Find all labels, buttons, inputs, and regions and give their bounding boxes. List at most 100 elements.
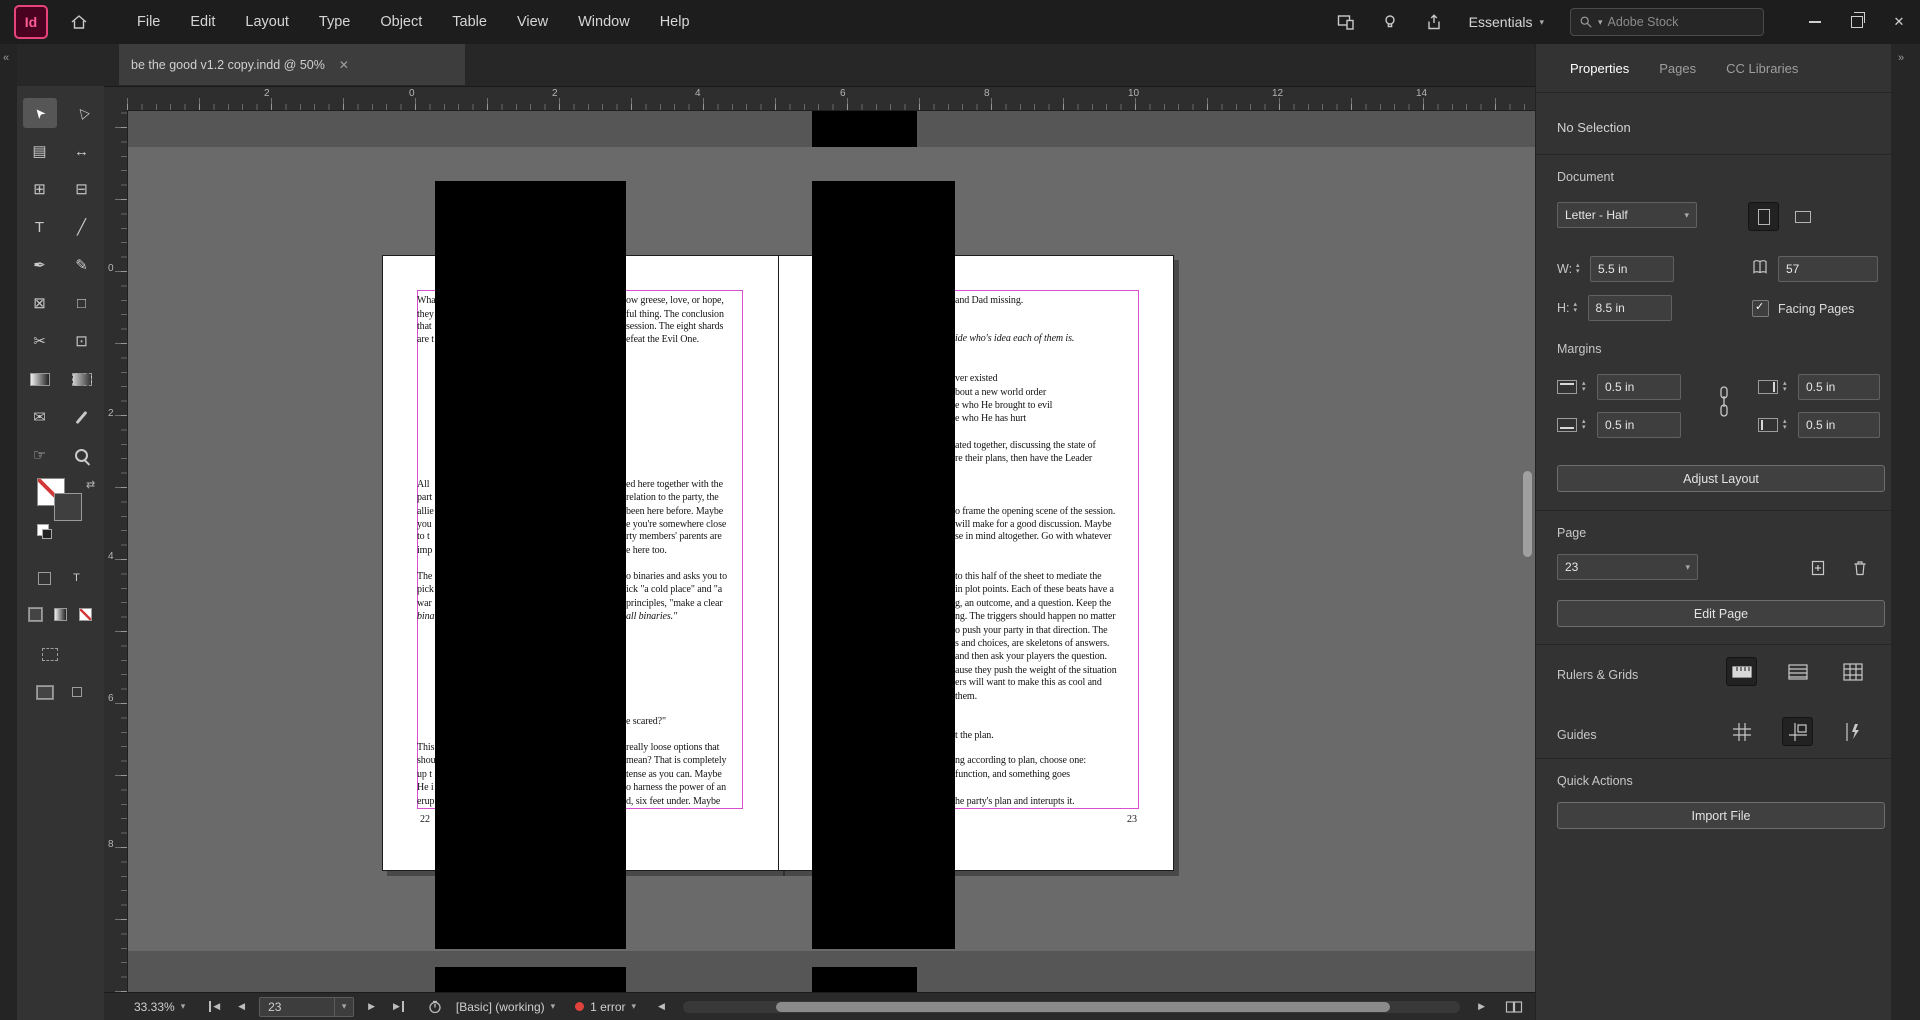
page-number-box[interactable]: 23 ▾ bbox=[259, 996, 355, 1017]
margin-top-field[interactable]: 0.5 in bbox=[1597, 374, 1681, 400]
close-button[interactable]: ✕ bbox=[1878, 0, 1920, 44]
free-transform-tool[interactable]: ⊡ bbox=[65, 326, 99, 356]
content-collector-tool[interactable]: ⊞ bbox=[23, 174, 57, 204]
orientation-landscape-button[interactable] bbox=[1787, 202, 1818, 231]
menu-window[interactable]: Window bbox=[563, 0, 645, 44]
margin-left-field[interactable]: 0.5 in bbox=[1798, 412, 1880, 438]
margin-right-field[interactable]: 0.5 in bbox=[1798, 374, 1880, 400]
tab-cc-libraries[interactable]: CC Libraries bbox=[1726, 61, 1798, 76]
close-tab-icon[interactable]: ✕ bbox=[339, 58, 349, 72]
show-rulers-button[interactable] bbox=[1726, 657, 1757, 686]
gap-tool[interactable]: ↔ bbox=[65, 136, 99, 166]
rectangle-frame-tool[interactable]: ⊠ bbox=[23, 288, 57, 318]
gradient-swatch-tool[interactable] bbox=[23, 364, 57, 394]
width-stepper[interactable]: ▴ ▾ bbox=[1576, 262, 1586, 275]
pages-count-field[interactable]: 57 bbox=[1778, 256, 1878, 282]
apply-none-button[interactable] bbox=[78, 606, 94, 622]
vertical-scrollbar-thumb[interactable] bbox=[1523, 471, 1532, 557]
margin-left-stepper[interactable]: ▴ ▾ bbox=[1783, 418, 1793, 431]
page-number-dropdown[interactable]: 23 ▾ bbox=[1557, 554, 1698, 580]
preflight-profile-dropdown[interactable]: [Basic] (working) ▾ bbox=[456, 1000, 555, 1014]
horizontal-scrollbar[interactable] bbox=[682, 1000, 1461, 1013]
home-icon[interactable] bbox=[62, 5, 96, 39]
hand-tool[interactable]: ☞ bbox=[23, 440, 57, 470]
page-tool[interactable]: ▤ bbox=[23, 136, 57, 166]
menu-type[interactable]: Type bbox=[304, 0, 365, 44]
apply-gradient-button[interactable] bbox=[53, 606, 69, 622]
menu-file[interactable]: File bbox=[122, 0, 175, 44]
rectangle-tool[interactable]: □ bbox=[65, 288, 99, 318]
apply-color-button[interactable] bbox=[28, 606, 44, 622]
baseline-grid-button[interactable] bbox=[1782, 657, 1813, 686]
margin-bottom-field[interactable]: 0.5 in bbox=[1597, 412, 1681, 438]
orientation-portrait-button[interactable] bbox=[1748, 202, 1779, 231]
smart-guides-button[interactable] bbox=[1782, 717, 1813, 746]
last-page-button[interactable]: ▶ bbox=[389, 1001, 404, 1012]
document-canvas[interactable]: Wha they that are t All part allie you to t imp Th… bbox=[127, 110, 1535, 992]
default-fill-stroke-icon[interactable] bbox=[37, 524, 52, 539]
screen-mode-flyout-icon[interactable] bbox=[69, 684, 85, 700]
preflight-icon[interactable] bbox=[428, 1000, 442, 1014]
next-page-button[interactable]: ▶ bbox=[364, 1001, 379, 1012]
document-grid-button[interactable] bbox=[1837, 657, 1868, 686]
horizontal-scrollbar-thumb[interactable] bbox=[776, 1001, 1391, 1012]
add-page-button[interactable] bbox=[1802, 553, 1833, 582]
preflight-error-dropdown[interactable]: 1 error ▾ bbox=[575, 1000, 636, 1014]
spread-view-icon[interactable] bbox=[1505, 1000, 1523, 1014]
width-field[interactable]: 5.5 in bbox=[1590, 256, 1675, 282]
scroll-left-button[interactable]: ◀ bbox=[654, 1001, 669, 1012]
adobe-stock-search[interactable]: ▾ Adobe Stock bbox=[1570, 8, 1764, 36]
menu-layout[interactable]: Layout bbox=[230, 0, 304, 44]
tab-pages[interactable]: Pages bbox=[1659, 61, 1696, 76]
selection-tool[interactable]: ➤ bbox=[22, 98, 57, 128]
snap-guides-button[interactable] bbox=[1837, 717, 1868, 746]
lightbulb-icon[interactable] bbox=[1373, 5, 1407, 39]
swap-fill-stroke-icon[interactable]: ⇄ bbox=[86, 478, 95, 491]
menu-help[interactable]: Help bbox=[645, 0, 705, 44]
edit-page-button[interactable]: Edit Page bbox=[1557, 600, 1885, 627]
height-stepper[interactable]: ▴ ▾ bbox=[1574, 301, 1584, 314]
previous-page-button[interactable]: ◀ bbox=[234, 1001, 249, 1012]
facing-pages-checkbox[interactable] bbox=[1752, 300, 1769, 317]
share-icon[interactable] bbox=[1417, 5, 1451, 39]
zoom-tool[interactable] bbox=[65, 440, 99, 470]
ruler-origin-corner[interactable] bbox=[104, 86, 128, 111]
tab-properties[interactable]: Properties bbox=[1570, 61, 1629, 76]
restore-button[interactable] bbox=[1836, 0, 1878, 44]
document-preset-dropdown[interactable]: Letter - Half ▾ bbox=[1557, 202, 1697, 228]
scroll-right-button[interactable]: ▶ bbox=[1474, 1001, 1489, 1012]
line-tool[interactable]: ╱ bbox=[65, 212, 99, 242]
minimize-button[interactable] bbox=[1794, 0, 1836, 44]
first-page-button[interactable]: ◀ bbox=[209, 1001, 224, 1012]
collapse-right-icon[interactable]: » bbox=[1898, 52, 1904, 64]
vertical-ruler[interactable]: 0 2 4 6 8 bbox=[104, 110, 128, 992]
import-file-button[interactable]: Import File bbox=[1557, 802, 1885, 829]
device-preview-icon[interactable] bbox=[1329, 5, 1363, 39]
document-tab[interactable]: be the good v1.2 copy.indd @ 50% ✕ bbox=[119, 44, 465, 85]
scissors-tool[interactable]: ✂ bbox=[23, 326, 57, 356]
gradient-feather-tool[interactable] bbox=[65, 364, 99, 394]
stroke-swatch[interactable] bbox=[54, 493, 82, 521]
formatting-affects-container-icon[interactable] bbox=[37, 570, 53, 586]
zoom-level-dropdown[interactable]: 33.33% ▾ bbox=[134, 1000, 185, 1014]
collapse-left-icon[interactable]: « bbox=[3, 52, 9, 64]
delete-page-button[interactable] bbox=[1844, 553, 1875, 582]
view-options-icon[interactable] bbox=[42, 646, 58, 662]
menu-object[interactable]: Object bbox=[365, 0, 437, 44]
horizontal-ruler[interactable]: 2 0 2 4 6 8 10 12 14 bbox=[127, 86, 1535, 111]
pen-tool[interactable]: ✒ bbox=[23, 250, 57, 280]
height-field[interactable]: 8.5 in bbox=[1587, 295, 1672, 321]
pencil-tool[interactable]: ✎ bbox=[65, 250, 99, 280]
eyedropper-tool[interactable] bbox=[65, 402, 99, 432]
content-placer-tool[interactable]: ⊟ bbox=[65, 174, 99, 204]
margin-top-stepper[interactable]: ▴ ▾ bbox=[1582, 380, 1592, 393]
adjust-layout-button[interactable]: Adjust Layout bbox=[1557, 465, 1885, 492]
margin-right-stepper[interactable]: ▴ ▾ bbox=[1783, 380, 1793, 393]
show-guides-button[interactable] bbox=[1726, 717, 1757, 746]
direct-selection-tool[interactable]: ▷ bbox=[65, 98, 99, 128]
menu-edit[interactable]: Edit bbox=[175, 0, 230, 44]
margin-bottom-stepper[interactable]: ▴ ▾ bbox=[1582, 418, 1592, 431]
menu-table[interactable]: Table bbox=[437, 0, 502, 44]
menu-view[interactable]: View bbox=[502, 0, 563, 44]
link-margins-icon[interactable] bbox=[1717, 384, 1731, 425]
